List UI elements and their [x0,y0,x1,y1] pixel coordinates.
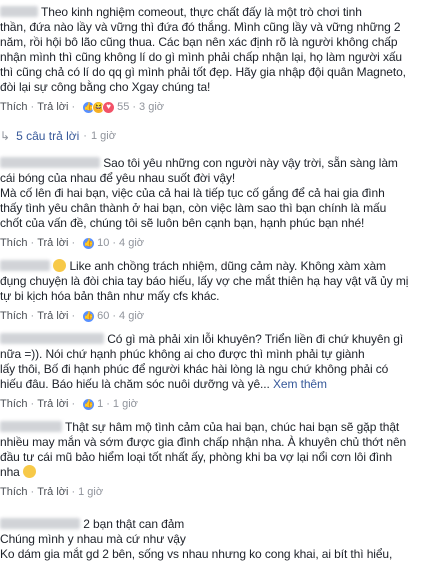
comment-text: 2 bạn thật can đảm Chúng mình y nhau mà … [0,517,448,562]
reply-link[interactable]: Trả lời [37,309,68,323]
reaction-summary[interactable]: 👍 10 [82,236,109,250]
reply-link[interactable]: Trả lời [37,485,68,499]
commenter-name-blurred[interactable] [0,421,62,432]
separator: · [83,130,87,142]
like-link[interactable]: Thích [0,236,28,250]
separator: · [30,486,35,498]
separator: · [132,101,137,113]
comment-line: Mà cố lên đi hai bạn, việc của cả hai là… [0,186,385,200]
comment-feed: Theo kinh nghiệm comeout, thực chất đấy … [0,0,448,563]
love-reaction-icon: ♥ [102,100,116,114]
comment-line: nha [0,465,20,479]
comment-line: Chúng mình y nhau mà cứ như vậy [0,532,186,546]
comment-line: chốt của vấn đề, chúng tôi sẽ luôn bên c… [0,216,365,230]
like-reaction-icon: 👍 [82,397,96,411]
comment-line: thần, đứa nào lầy và vững thì đứa đó thắ… [0,20,401,34]
separator: · [30,398,35,410]
commenter-name-blurred[interactable] [0,157,100,168]
comment-line: Có gì mà phải xin lỗi khuyên? Triển liền… [107,332,404,346]
reaction-summary[interactable]: 👍 😆 ♥ 55 [82,100,129,114]
comment-line: Theo kinh nghiệm comeout, thực chất đấy … [41,5,362,19]
like-link[interactable]: Thích [0,397,28,411]
comment: Thật sự hâm mộ tình cảm của hai bạn, chú… [0,420,448,499]
separator: · [112,310,117,322]
comment-line: năm, rồi hội bô lão cũng thua. Các bạn n… [0,35,398,49]
comment-line: nhận mình thì cũng không lí do gì mình p… [0,50,403,64]
comment-line: đụng chuyện là đòi chia tay báo hiếu, lấ… [0,274,409,288]
reaction-count: 10 [97,237,110,249]
separator: · [71,398,76,410]
replies-timestamp[interactable]: 1 giờ [91,130,116,142]
reaction-count: 1 [97,398,104,410]
commenter-name-blurred[interactable] [0,260,50,271]
comment: Theo kinh nghiệm comeout, thực chất đấy … [0,5,448,114]
timestamp[interactable]: 1 giờ [113,397,138,411]
separator: · [71,101,76,113]
comment-line: Sao tôi yêu những con người này vậy trời… [103,156,398,170]
comment-line: Thật sự hâm mộ tình cảm của hai bạn, chú… [65,420,400,434]
comment-line: nhiều may mắn và sớm được gia đình chấp … [0,435,407,449]
see-more-link[interactable]: Xem thêm [273,377,327,391]
comment-text: Có gì mà phải xin lỗi khuyên? Triển liền… [0,332,448,392]
timestamp[interactable]: 4 giờ [119,236,144,250]
like-reaction-icon: 👍 [82,309,96,323]
reaction-summary[interactable]: 👍 1 [82,397,103,411]
like-link[interactable]: Thích [0,485,28,499]
comment: Like anh chồng trách nhiệm, dũng cảm này… [0,259,448,323]
commenter-name-blurred[interactable] [0,6,38,17]
comment-actions: Thích · Trả lời · 👍 😆 ♥ 55 · 3 giờ [0,100,448,114]
comment-line: cái bóng của nhau để yêu nhau suốt đời v… [0,171,236,185]
comment-line: thấy tình yêu chân thành ở hai bạn, còn … [0,201,387,215]
separator: · [71,237,76,249]
view-replies[interactable]: ↳ 5 câu trả lời · 1 giờ [0,129,116,143]
reply-link[interactable]: Trả lời [37,397,68,411]
comment-line: thì cũng chả có lí do qq gì mình phải tố… [0,65,406,79]
comment-line: lấy thôi, Bố đi hạnh phúc để người khác … [0,362,389,376]
commenter-name-blurred[interactable] [0,333,104,344]
reply-arrow-icon: ↳ [0,129,11,143]
comment-actions: Thích · Trả lời · 1 giờ [0,485,448,499]
timestamp[interactable]: 4 giờ [119,309,144,323]
smile-emoji-icon [22,465,36,478]
comment-line: tự bi kịch hóa bản thân như mấy cfs khác… [0,289,220,303]
separator: · [71,310,76,322]
comment-actions: Thích · Trả lời · 👍 10 · 4 giờ [0,236,448,250]
comment-text: Theo kinh nghiệm comeout, thực chất đấy … [0,5,448,95]
comment-line: hiếu đâu. Báo hiếu là chăm sóc nuôi dưỡn… [0,377,270,391]
separator: · [106,398,110,410]
comment-line: Ko dám gia mắt gd 2 bên, sống vs nhau nh… [0,547,393,561]
reaction-summary[interactable]: 👍 60 [82,309,109,323]
separator: · [30,101,35,113]
comment: Sao tôi yêu những con người này vậy trời… [0,156,448,250]
comment: 2 bạn thật can đảm Chúng mình y nhau mà … [0,517,448,562]
comment-line: đòi lại sự công bằng cho Xgay chúng ta! [0,80,211,94]
reply-link[interactable]: Trả lời [37,100,68,114]
comment-text: Like anh chồng trách nhiệm, dũng cảm này… [0,259,448,304]
comment-line: nữa =)). Nói chứ hạnh phúc không ai cho … [0,347,365,361]
comment: Có gì mà phải xin lỗi khuyên? Triển liền… [0,332,448,411]
separator: · [112,237,117,249]
comment-line: 2 bạn thật can đảm [83,517,185,531]
like-link[interactable]: Thích [0,100,28,114]
comment-text: Sao tôi yêu những con người này vậy trời… [0,156,448,231]
separator: · [30,237,35,249]
comment-line: Like anh chồng trách nhiệm, dũng cảm này… [69,259,386,273]
like-link[interactable]: Thích [0,309,28,323]
separator: · [71,486,76,498]
like-reaction-icon: 👍 [82,236,96,250]
comment-actions: Thích · Trả lời · 👍 1 · 1 giờ [0,397,448,411]
reply-link[interactable]: Trả lời [37,236,68,250]
commenter-name-blurred[interactable] [0,518,80,529]
comment-text: Thật sự hâm mộ tình cảm của hai bạn, chú… [0,420,448,480]
separator: · [30,310,35,322]
comment-line: đầu tư cái mũ bảo hiểm loại tốt nhất ấy,… [0,450,393,464]
replies-count-link[interactable]: 5 câu trả lời [16,129,79,143]
reaction-count: 55 [117,101,130,113]
emoji-icon [53,259,67,272]
comment-actions: Thích · Trả lời · 👍 60 · 4 giờ [0,309,448,323]
timestamp[interactable]: 3 giờ [139,100,164,114]
timestamp[interactable]: 1 giờ [78,485,103,499]
reaction-count: 60 [97,310,110,322]
